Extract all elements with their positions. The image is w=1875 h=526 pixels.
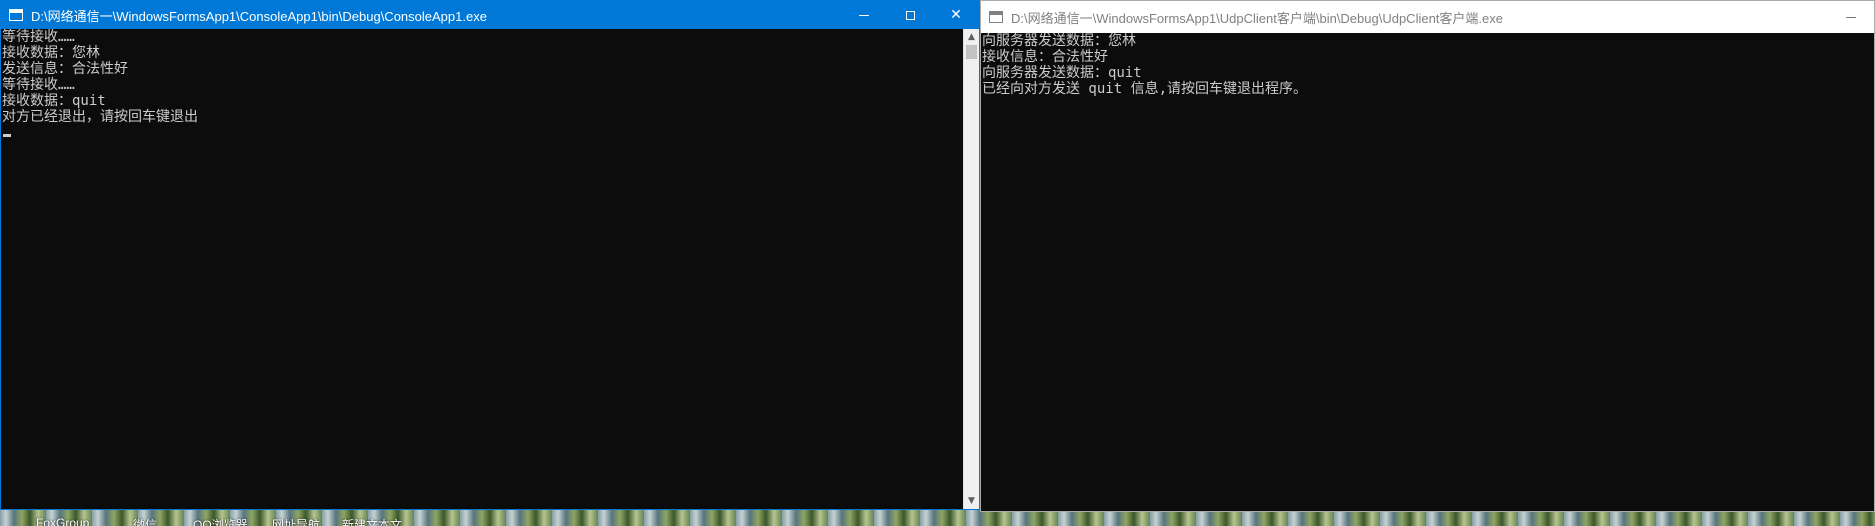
desktop: FoxGroup 微信 QQ浏览器 网址导航 新建文本文 D:\网络通信一\Wi… [0, 0, 1875, 526]
console-window-client[interactable]: D:\网络通信一\WindowsFormsApp1\UdpClient客户端\b… [980, 0, 1875, 512]
scroll-up-icon[interactable]: ▲ [964, 29, 979, 45]
minimize-icon [1846, 16, 1856, 18]
text-cursor [3, 134, 11, 137]
window-title: D:\网络通信一\WindowsFormsApp1\UdpClient客户端\b… [1011, 10, 1503, 26]
maximize-icon [905, 10, 915, 20]
scroll-down-icon[interactable]: ▼ [964, 493, 979, 509]
console-line: 接收数据：quit [2, 93, 106, 109]
maximize-button[interactable] [887, 1, 933, 29]
window-controls: ✕ [841, 1, 979, 29]
desktop-icon-label-foxgroup[interactable]: FoxGroup [36, 516, 89, 526]
console-line: 已经向对方发送 quit 信息,请按回车键退出程序。 [982, 81, 1307, 97]
console-app-icon[interactable] [989, 11, 1003, 23]
cursor-line [1, 125, 963, 141]
console-line: 接收数据：您林 [2, 45, 100, 61]
console-line: 发送信息：合法性好 [2, 61, 128, 77]
desktop-icon-label-new-text[interactable]: 新建文本文 [342, 516, 402, 526]
console-line: 向服务器发送数据：您林 [982, 33, 1136, 49]
console-output[interactable]: 向服务器发送数据：您林 接收信息：合法性好 向服务器发送数据：quit 已经向对… [981, 33, 1874, 511]
minimize-icon [859, 14, 869, 16]
console-line: 接收信息：合法性好 [982, 49, 1108, 65]
console-window-server[interactable]: D:\网络通信一\WindowsFormsApp1\ConsoleApp1\bi… [0, 0, 980, 510]
desktop-icon-label-wechat[interactable]: 微信 [133, 516, 157, 526]
title-bar[interactable]: D:\网络通信一\WindowsFormsApp1\ConsoleApp1\bi… [1, 1, 979, 29]
console-app-icon[interactable] [9, 9, 23, 21]
desktop-icon-label-url-nav[interactable]: 网址导航 [272, 516, 320, 526]
scroll-thumb[interactable] [966, 45, 977, 59]
title-bar[interactable]: D:\网络通信一\WindowsFormsApp1\UdpClient客户端\b… [981, 1, 1874, 33]
console-output[interactable]: 等待接收…… 接收数据：您林 发送信息：合法性好 等待接收…… 接收数据：qui… [1, 29, 963, 509]
minimize-button[interactable] [841, 1, 887, 29]
desktop-icon-label-qq-browser[interactable]: QQ浏览器 [193, 516, 248, 526]
close-button[interactable]: ✕ [933, 1, 979, 29]
console-line: 向服务器发送数据：quit [982, 65, 1142, 81]
console-line: 对方已经退出，请按回车键退出 [2, 109, 198, 125]
vertical-scrollbar[interactable]: ▲ ▼ [963, 29, 979, 509]
close-icon: ✕ [950, 7, 962, 23]
console-line: 等待接收…… [2, 77, 75, 93]
console-line: 等待接收…… [2, 29, 75, 45]
window-controls [1828, 1, 1874, 33]
window-title: D:\网络通信一\WindowsFormsApp1\ConsoleApp1\bi… [31, 8, 487, 24]
minimize-button[interactable] [1828, 1, 1874, 33]
